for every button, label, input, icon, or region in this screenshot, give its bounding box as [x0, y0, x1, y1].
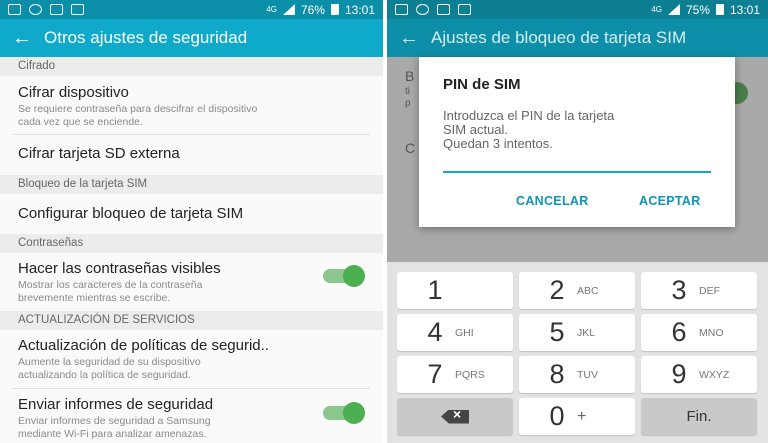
left-screen: 4G 76% 13:01 ← Otros ajustes de segurida…	[0, 0, 383, 443]
pin-input[interactable]	[443, 171, 711, 173]
key-9[interactable]: 9 WXYZ	[641, 356, 757, 393]
accept-button[interactable]: ACEPTAR	[639, 194, 701, 208]
key-letters: ABC	[577, 284, 599, 297]
item-title: Actualización de políticas de segurid..	[18, 337, 269, 354]
numeric-keypad: 1 2 ABC 3 DEF 4 GHI 5 JKL 6 MNO 7 PQRS 8 TUV 9W…	[387, 262, 768, 443]
gallery-icon	[50, 4, 63, 15]
network-type: 4G	[266, 5, 277, 14]
key-5[interactable]: 5 JKL	[519, 314, 635, 351]
backspace-key[interactable]	[397, 398, 513, 435]
cifrar-dispositivo-item[interactable]: Cifrar dispositivo Se requiere contraseñ…	[0, 76, 383, 134]
key-6[interactable]: 6 MNO	[641, 314, 757, 351]
signal-icon	[667, 4, 680, 15]
dimmed-item-title: C	[405, 140, 416, 156]
key-7[interactable]: 7 PQRS	[397, 356, 513, 393]
key-letters: TUV	[577, 368, 598, 381]
enviar-informes-toggle[interactable]	[323, 402, 365, 424]
app-bar: ← Ajustes de bloqueo de tarjeta SIM	[387, 19, 768, 57]
enviar-informes-item[interactable]: Enviar informes de seguridad Enviar info…	[0, 389, 383, 443]
cancel-button[interactable]: CANCELAR	[516, 194, 589, 208]
key-letters: WXYZ	[699, 368, 730, 381]
status-bar: 4G 75% 13:01	[387, 0, 768, 19]
item-subtitle: Enviar informes de seguridad a Samsung m…	[18, 415, 211, 440]
battery-percent: 75%	[685, 2, 710, 17]
page-title: Otros ajustes de seguridad	[44, 28, 248, 47]
image-notification-icon	[8, 4, 21, 15]
key-letters: GHI	[455, 326, 474, 339]
item-title: Configurar bloqueo de tarjeta SIM	[18, 205, 244, 222]
toggle-knob	[343, 265, 365, 287]
done-key[interactable]: Fin.	[641, 398, 757, 435]
key-2[interactable]: 2 ABC	[519, 272, 635, 309]
clock: 13:01	[729, 2, 760, 17]
configurar-bloqueo-sim-item[interactable]: Configurar bloqueo de tarjeta SIM	[0, 194, 383, 234]
key-letters: JKL	[577, 326, 596, 339]
contrasenas-visibles-item[interactable]: Hacer las contraseñas visibles Mostrar l…	[0, 253, 383, 311]
key-letters: PQRS	[455, 368, 485, 381]
whatsapp-icon	[416, 4, 429, 15]
network-type: 4G	[651, 5, 662, 14]
settings-list: Cifrado Cifrar dispositivo Se requiere c…	[0, 57, 383, 443]
dimmed-item-title: B	[405, 68, 415, 84]
app-bar: ← Otros ajustes de seguridad	[0, 19, 383, 57]
done-label: Fin.	[686, 408, 712, 425]
battery-icon	[715, 4, 724, 15]
clock: 13:01	[344, 2, 375, 17]
back-arrow-icon[interactable]: ←	[0, 27, 44, 50]
key-digit: 1	[427, 275, 443, 305]
gallery-icon	[437, 4, 450, 15]
contrasenas-visibles-toggle[interactable]	[323, 265, 365, 287]
key-3[interactable]: 3 DEF	[641, 272, 757, 309]
cifrar-sd-item[interactable]: Cifrar tarjeta SD externa	[0, 135, 383, 175]
key-digit: 5	[549, 317, 565, 347]
key-0[interactable]: 0 +	[519, 398, 635, 435]
right-screen: 4G 75% 13:01 ← Ajustes de bloqueo de tar…	[387, 0, 768, 443]
dimmed-item-sub: ti	[405, 86, 410, 97]
signal-icon	[282, 4, 295, 15]
key-1[interactable]: 1	[397, 272, 513, 309]
key-digit: 4	[427, 317, 443, 347]
image-notification-icon	[395, 4, 408, 15]
key-digit: 6	[671, 317, 687, 347]
backspace-icon	[441, 409, 469, 424]
item-title: Cifrar dispositivo	[18, 84, 129, 101]
section-header-contrasenas: Contraseñas	[0, 234, 383, 253]
key-letters: DEF	[699, 284, 720, 297]
key-8[interactable]: 8 TUV	[519, 356, 635, 393]
status-bar: 4G 76% 13:01	[0, 0, 383, 19]
dimmed-item-sub: p	[405, 98, 411, 109]
key-digit: 2	[549, 275, 565, 305]
message-icon	[71, 4, 84, 15]
key-digit: 0	[549, 401, 565, 431]
item-subtitle: Se requiere contraseña para descifrar el…	[18, 103, 258, 128]
dialog-message: Introduzca el PIN de la tarjeta SIM actu…	[443, 108, 615, 151]
actualizacion-politicas-item[interactable]: Actualización de políticas de segurid.. …	[0, 330, 383, 388]
key-digit: 8	[549, 359, 565, 389]
battery-icon	[330, 4, 339, 15]
toggle-knob	[343, 402, 365, 424]
key-4[interactable]: 4 GHI	[397, 314, 513, 351]
pin-dialog: PIN de SIM Introduzca el PIN de la tarje…	[419, 57, 735, 227]
section-header-sim: Bloqueo de la tarjeta SIM	[0, 175, 383, 194]
battery-percent: 76%	[300, 2, 325, 17]
page-title: Ajustes de bloqueo de tarjeta SIM	[431, 28, 687, 47]
section-header-actualizacion: ACTUALIZACIÓN DE SERVICIOS	[0, 311, 383, 330]
key-digit: 3	[671, 275, 687, 305]
key-letters: +	[577, 407, 587, 425]
item-title: Enviar informes de seguridad	[18, 396, 214, 413]
key-letters: MNO	[699, 326, 724, 339]
section-header-cifrado: Cifrado	[0, 57, 383, 76]
notification-icons	[8, 4, 84, 15]
key-digit: 7	[427, 359, 443, 389]
item-title: Hacer las contraseñas visibles	[18, 260, 221, 277]
back-arrow-icon[interactable]: ←	[387, 27, 431, 50]
message-icon	[458, 4, 471, 15]
item-title: Cifrar tarjeta SD externa	[18, 145, 180, 162]
notification-icons	[395, 4, 471, 15]
dialog-title: PIN de SIM	[443, 76, 521, 93]
item-subtitle: Aumente la seguridad de su dispositivo a…	[18, 356, 201, 381]
key-digit: 9	[671, 359, 687, 389]
item-subtitle: Mostrar los caracteres de la contraseña …	[18, 279, 203, 304]
whatsapp-icon	[29, 4, 42, 15]
